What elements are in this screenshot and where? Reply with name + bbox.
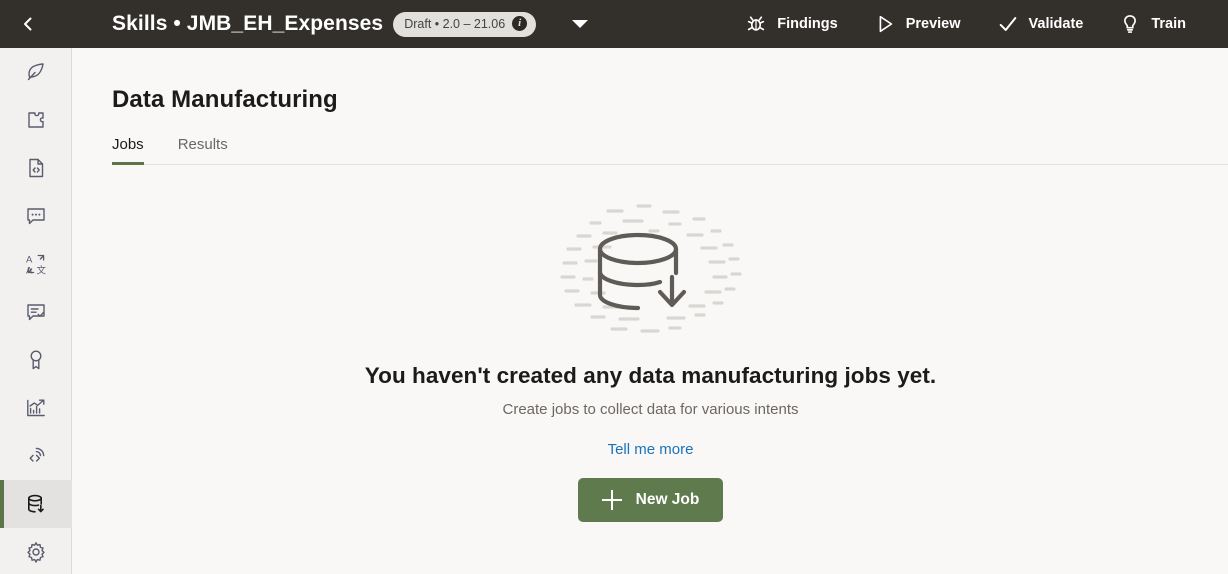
tell-me-more-link[interactable]: Tell me more bbox=[608, 441, 694, 458]
train-label: Train bbox=[1151, 16, 1186, 32]
train-button[interactable]: Train bbox=[1101, 0, 1204, 48]
back-button[interactable] bbox=[0, 0, 56, 48]
empty-state-subtext: Create jobs to collect data for various … bbox=[502, 401, 799, 418]
translate-icon: A A 文 bbox=[24, 252, 48, 277]
award-ribbon-icon bbox=[24, 348, 48, 372]
database-download-illustration bbox=[546, 195, 756, 345]
version-dropdown-button[interactable] bbox=[560, 0, 600, 48]
top-header: Skills • JMB_EH_Expenses Draft • 2.0 – 2… bbox=[0, 0, 1228, 48]
tab-jobs[interactable]: Jobs bbox=[112, 136, 144, 165]
puzzle-piece-icon bbox=[24, 108, 48, 132]
chevron-left-icon bbox=[19, 15, 37, 33]
sidebar-item-feedback[interactable] bbox=[0, 288, 72, 336]
app-window: Skills • JMB_EH_Expenses Draft • 2.0 – 2… bbox=[0, 0, 1228, 574]
chevron-down-icon bbox=[572, 20, 589, 28]
tab-jobs-label: Jobs bbox=[112, 136, 144, 153]
findings-label: Findings bbox=[777, 16, 838, 32]
preview-label: Preview bbox=[905, 16, 961, 32]
main-content: Data Manufacturing Jobs Results You have… bbox=[73, 48, 1228, 574]
gear-icon bbox=[24, 540, 48, 564]
database-download-icon bbox=[24, 492, 48, 516]
code-document-icon bbox=[24, 156, 48, 180]
sidebar-item-extensions[interactable] bbox=[0, 96, 72, 144]
sidebar-item-settings[interactable] bbox=[0, 528, 72, 574]
validate-button[interactable]: Validate bbox=[979, 0, 1102, 48]
tab-bar: Jobs Results bbox=[112, 136, 1228, 165]
play-icon bbox=[874, 13, 896, 35]
sidebar-item-conversations[interactable] bbox=[0, 192, 72, 240]
page-title-header: Skills • JMB_EH_Expenses bbox=[112, 12, 384, 35]
sidebar-item-authoring[interactable] bbox=[0, 48, 72, 96]
status-badge[interactable]: Draft • 2.0 – 21.06 i bbox=[393, 11, 537, 37]
chat-check-icon bbox=[24, 300, 48, 324]
info-icon[interactable]: i bbox=[512, 16, 528, 31]
sidebar-item-api[interactable] bbox=[0, 432, 72, 480]
bug-icon bbox=[745, 13, 767, 35]
plus-icon bbox=[601, 490, 622, 510]
findings-button[interactable]: Findings bbox=[727, 0, 855, 48]
feather-icon bbox=[24, 60, 48, 84]
new-job-label: New Job bbox=[635, 491, 700, 508]
validate-label: Validate bbox=[1028, 16, 1084, 32]
check-icon bbox=[997, 13, 1019, 35]
svg-text:A: A bbox=[26, 255, 33, 266]
analytics-chart-icon bbox=[24, 396, 48, 420]
code-broadcast-icon bbox=[24, 444, 48, 468]
new-job-button[interactable]: New Job bbox=[577, 478, 724, 522]
sidebar-item-insights[interactable] bbox=[0, 384, 72, 432]
header-actions: Findings Preview Validate Train bbox=[727, 0, 1228, 48]
empty-state: You haven't created any data manufacturi… bbox=[73, 195, 1228, 522]
sidebar-item-language[interactable]: A A 文 bbox=[0, 240, 72, 288]
page-title: Data Manufacturing bbox=[112, 86, 338, 113]
empty-state-heading: You haven't created any data manufacturi… bbox=[364, 363, 937, 388]
tab-results[interactable]: Results bbox=[178, 136, 228, 164]
sidebar-item-source-code[interactable] bbox=[0, 144, 72, 192]
preview-button[interactable]: Preview bbox=[856, 0, 979, 48]
tab-results-label: Results bbox=[177, 136, 228, 153]
lightbulb-icon bbox=[1119, 13, 1141, 35]
title-block: Skills • JMB_EH_Expenses Draft • 2.0 – 2… bbox=[112, 11, 537, 37]
chat-bubble-icon bbox=[24, 204, 48, 228]
sidebar-item-data-manufacturing[interactable] bbox=[0, 480, 72, 528]
sidebar-item-quality[interactable] bbox=[0, 336, 72, 384]
sidebar-rail: A A 文 bbox=[0, 48, 72, 574]
svg-text:文: 文 bbox=[37, 265, 47, 277]
status-badge-label: Draft • 2.0 – 21.06 bbox=[404, 16, 506, 31]
